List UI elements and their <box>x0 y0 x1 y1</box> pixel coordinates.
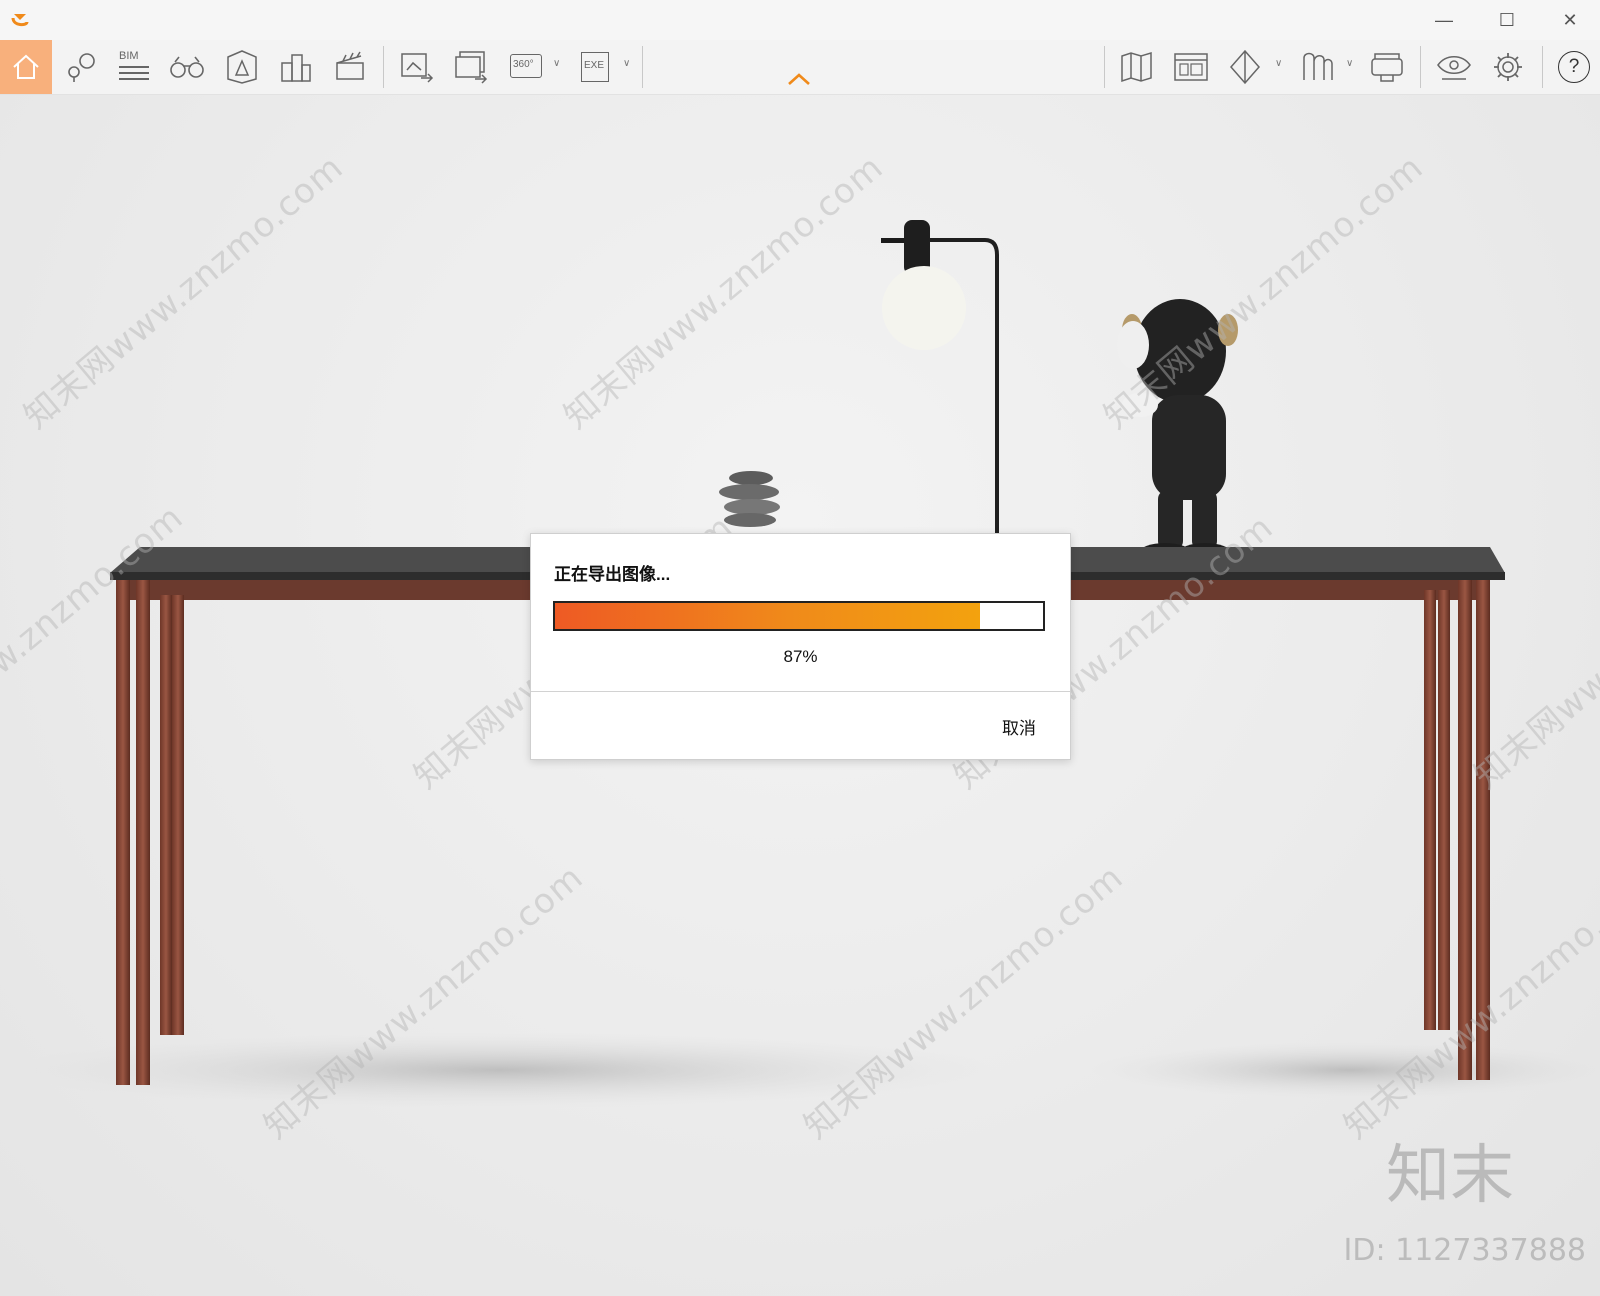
home-icon <box>13 54 39 79</box>
cancel-button[interactable]: 取消 <box>1002 714 1036 739</box>
brand-watermark: 知末 <box>1386 1139 1514 1213</box>
app-logo-icon <box>8 8 32 32</box>
exe-dropdown[interactable]: ∨ <box>623 58 635 74</box>
map-button[interactable] <box>1114 40 1160 94</box>
panorama-dropdown[interactable]: ∨ <box>553 58 565 74</box>
export-batch-button[interactable] <box>448 40 494 94</box>
home-button[interactable] <box>0 40 52 94</box>
settings-button[interactable] <box>1485 40 1531 94</box>
clapperboard-icon <box>336 51 364 80</box>
eye-icon <box>1437 56 1471 80</box>
maximize-button[interactable]: ☐ <box>1485 6 1529 34</box>
cube-dropdown[interactable]: ∨ <box>1275 58 1287 74</box>
scene-icon <box>227 50 257 84</box>
cube-button[interactable] <box>1222 40 1268 94</box>
location-icon <box>68 53 95 82</box>
export-exe-button[interactable]: EXE <box>574 40 620 94</box>
model-icon <box>1303 52 1333 80</box>
model-dropdown[interactable]: ∨ <box>1346 58 1358 74</box>
buildings-button[interactable] <box>273 40 319 94</box>
dialog-title: 正在导出图像... <box>554 565 671 584</box>
bim-button[interactable]: BIM <box>110 40 156 94</box>
gear-icon <box>1494 53 1522 81</box>
export-progress-dialog: 正在导出图像... 87% 取消 <box>530 533 1071 760</box>
dialog-divider <box>531 691 1070 692</box>
progress-bar <box>553 601 1045 631</box>
progress-percent: 87% <box>783 647 818 666</box>
binoculars-icon <box>170 56 204 78</box>
chevron-up-icon <box>788 73 810 85</box>
export-image-button[interactable] <box>394 40 440 94</box>
collapse-toolbar-button[interactable] <box>786 72 812 91</box>
export-panorama-icon: 360° <box>508 50 546 84</box>
progress-fill <box>555 603 980 629</box>
view-button[interactable] <box>1431 40 1477 94</box>
vr-headset-icon <box>1371 53 1403 82</box>
image-id-watermark: ID: 1127337888 <box>1343 1233 1586 1268</box>
help-icon: ? <box>1558 51 1590 83</box>
title-bar: — ☐ ✕ <box>0 0 1600 40</box>
export-image-icon <box>401 53 434 83</box>
map-icon <box>1121 51 1152 83</box>
close-button[interactable]: ✕ <box>1548 6 1592 34</box>
scene-button[interactable] <box>219 40 265 94</box>
model-button[interactable] <box>1294 40 1340 94</box>
vr-button[interactable] <box>1364 40 1410 94</box>
cube-icon <box>1230 49 1260 85</box>
bim-icon: BIM <box>116 50 150 84</box>
export-exe-icon: EXE <box>579 50 615 84</box>
animation-button[interactable] <box>327 40 373 94</box>
export-panorama-button[interactable]: 360° <box>504 40 550 94</box>
minimize-button[interactable]: — <box>1422 6 1466 34</box>
layout-button[interactable] <box>1168 40 1214 94</box>
help-button[interactable]: ? <box>1552 40 1596 94</box>
layout-icon <box>1174 53 1208 81</box>
location-button[interactable] <box>58 40 104 94</box>
export-batch-icon <box>455 51 488 84</box>
binoculars-button[interactable] <box>164 40 210 94</box>
buildings-icon <box>281 54 311 82</box>
